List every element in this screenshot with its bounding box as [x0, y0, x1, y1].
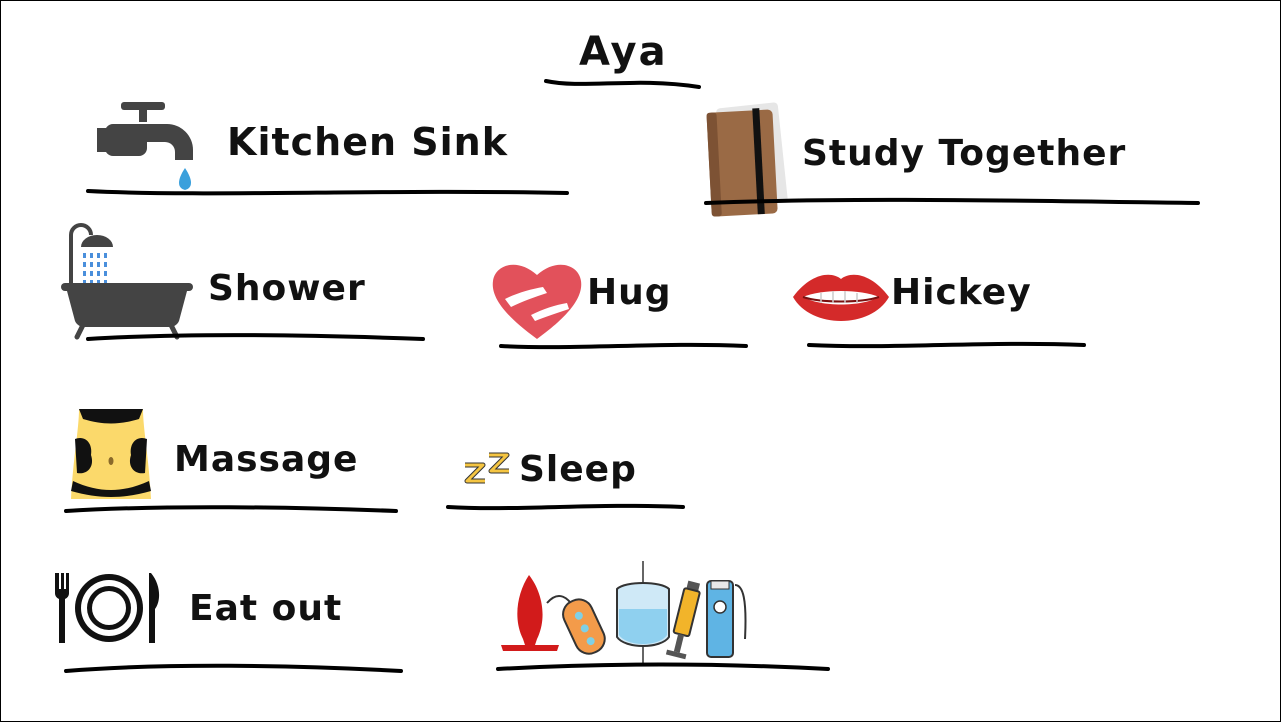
item-underline — [496, 662, 830, 671]
item-underline — [807, 341, 1086, 349]
bathtub-shower-icon — [61, 223, 193, 340]
title-underline — [544, 79, 701, 89]
item-label: Kitchen Sink — [227, 120, 508, 164]
item-underline — [446, 503, 685, 511]
item-label: Shower — [208, 268, 366, 309]
item-underline — [499, 342, 748, 350]
toys-icons — [501, 561, 747, 663]
faucet-icon — [97, 102, 193, 190]
heart-hug-icon — [492, 264, 582, 339]
lips-icon — [793, 274, 889, 321]
item-label: Hickey — [891, 272, 1032, 313]
item-label: Eat out — [189, 588, 343, 629]
item-underline — [704, 197, 1200, 205]
massage-belly-icon — [71, 409, 151, 499]
item-label: Sleep — [519, 449, 637, 490]
item-label: Hug — [587, 272, 672, 313]
item-label: Study Together — [802, 133, 1127, 174]
item-label: Massage — [174, 439, 359, 480]
plate-fork-knife-icon — [54, 573, 160, 643]
item-underline — [64, 505, 398, 513]
zzz-icon — [464, 452, 510, 484]
item-underline — [86, 189, 569, 196]
board: Aya Kitchen Sink Study Together Shower H… — [0, 0, 1281, 722]
page-title: Aya — [579, 29, 668, 75]
item-underline — [64, 663, 403, 673]
item-underline — [86, 333, 425, 341]
